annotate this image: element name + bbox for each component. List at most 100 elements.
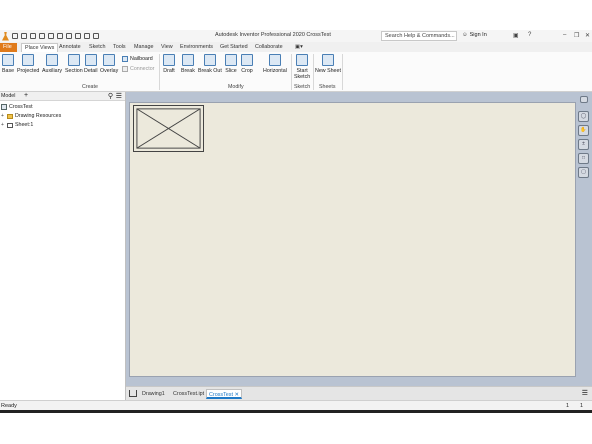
tab-file[interactable]: File bbox=[0, 43, 17, 52]
user-icon: ☺ bbox=[462, 32, 468, 38]
status-count-2: 1 bbox=[580, 403, 584, 409]
look-at-icon[interactable]: ▢ bbox=[578, 167, 589, 178]
start-sketch-button[interactable]: Start Sketch bbox=[294, 54, 310, 80]
tab-manage[interactable]: Manage bbox=[131, 43, 156, 52]
cart-icon[interactable]: ▣ bbox=[513, 32, 519, 39]
drawing-view-frame[interactable] bbox=[133, 105, 204, 152]
close-tab-icon[interactable]: ✕ bbox=[234, 392, 239, 398]
browser-header: Model + ⚲ ☰ bbox=[0, 92, 125, 101]
minimize-icon[interactable]: – bbox=[563, 32, 566, 38]
detail-view-button[interactable]: Detail bbox=[84, 54, 98, 74]
section-view-button[interactable]: Section bbox=[65, 54, 83, 74]
home-icon[interactable] bbox=[129, 390, 137, 397]
break-out-button[interactable]: Break Out bbox=[198, 54, 222, 74]
section-view-icon bbox=[67, 54, 80, 66]
tab-menu-icon[interactable]: ☰ bbox=[582, 389, 588, 397]
sign-in-label: Sign In bbox=[469, 32, 487, 38]
graphics-window[interactable]: ◯ ✋ ± □ ▢ bbox=[126, 92, 592, 386]
inventor-window: Autodesk Inventor Professional 2020 Cros… bbox=[0, 0, 592, 444]
browser-title[interactable]: Model bbox=[1, 93, 15, 99]
close-icon[interactable]: ✕ bbox=[585, 32, 590, 39]
sign-in-button[interactable]: ☺ Sign In bbox=[462, 32, 487, 38]
create-panel-label: Create bbox=[82, 84, 98, 90]
tab-place-views[interactable]: Place Views bbox=[21, 43, 59, 52]
crop-button[interactable]: Crop bbox=[241, 54, 253, 74]
add-browser-icon[interactable]: + bbox=[24, 92, 28, 99]
search-help-input[interactable]: Search Help & Commands... bbox=[381, 31, 457, 41]
projected-view-icon bbox=[22, 54, 35, 66]
break-icon bbox=[181, 54, 194, 66]
connector-button[interactable]: Connector bbox=[122, 66, 154, 72]
navigation-bar: ◯ ✋ ± □ ▢ bbox=[577, 96, 591, 196]
overlay-view-icon bbox=[103, 54, 116, 66]
tab-collaborate[interactable]: Collaborate bbox=[252, 43, 286, 52]
open-file-icon[interactable] bbox=[21, 33, 27, 39]
draft-view-icon bbox=[163, 54, 175, 66]
steering-wheel-icon[interactable]: ◯ bbox=[578, 111, 589, 122]
appearance-icon[interactable] bbox=[93, 33, 99, 39]
tab-crosstest-ipt[interactable]: CrossTest.ipt bbox=[171, 389, 206, 399]
zoom-all-icon[interactable]: □ bbox=[578, 153, 589, 164]
status-count-1: 1 bbox=[566, 403, 570, 409]
window-close-icon[interactable] bbox=[580, 96, 588, 103]
help-button[interactable]: ? bbox=[528, 32, 531, 38]
tab-environments[interactable]: Environments bbox=[177, 43, 216, 52]
print-icon[interactable] bbox=[66, 33, 72, 39]
new-file-icon[interactable] bbox=[12, 33, 18, 39]
panel-separator bbox=[313, 54, 314, 90]
sheets-panel-label: Sheets bbox=[319, 84, 336, 90]
tab-annotate[interactable]: Annotate bbox=[56, 43, 84, 52]
auxiliary-view-button[interactable]: Auxiliary bbox=[42, 54, 62, 74]
update-icon[interactable] bbox=[75, 33, 81, 39]
tree-item-sheet[interactable]: + Sheet:1 bbox=[1, 122, 33, 128]
tab-drawing1[interactable]: Drawing1 bbox=[140, 389, 167, 399]
detail-view-icon bbox=[84, 54, 97, 66]
ribbon-tabs: File Place Views Annotate Sketch Tools M… bbox=[0, 42, 592, 52]
tab-get-started[interactable]: Get Started bbox=[217, 43, 251, 52]
menu-icon[interactable]: ☰ bbox=[116, 92, 122, 100]
save-icon[interactable] bbox=[30, 33, 36, 39]
home-icon[interactable] bbox=[57, 33, 63, 39]
search-icon[interactable]: ⚲ bbox=[108, 92, 113, 100]
drawing-sheet[interactable] bbox=[129, 102, 576, 377]
panel-separator bbox=[159, 54, 160, 90]
tab-view[interactable]: View bbox=[158, 43, 176, 52]
expand-icon[interactable]: + bbox=[1, 122, 5, 128]
expand-icon[interactable]: + bbox=[1, 113, 5, 119]
tab-sketch[interactable]: Sketch bbox=[86, 43, 108, 52]
drawing-document-icon bbox=[1, 104, 7, 110]
zoom-icon[interactable]: ± bbox=[578, 139, 589, 150]
slice-button[interactable]: Slice bbox=[225, 54, 237, 74]
select-icon[interactable] bbox=[84, 33, 90, 39]
status-bar: Ready 1 1 bbox=[0, 400, 592, 410]
folder-icon bbox=[7, 113, 13, 119]
bottom-margin bbox=[0, 413, 592, 444]
ribbon-options-icon[interactable]: ▣▾ bbox=[292, 43, 306, 52]
tree-root[interactable]: CrossTest bbox=[1, 104, 33, 110]
pan-icon[interactable]: ✋ bbox=[578, 125, 589, 136]
tree-item-drawing-resources[interactable]: + Drawing Resources bbox=[1, 113, 61, 119]
projected-view-button[interactable]: Projected bbox=[17, 54, 39, 74]
draft-view-button[interactable]: Draft bbox=[163, 54, 175, 74]
break-button[interactable]: Break bbox=[181, 54, 195, 74]
tab-tools[interactable]: Tools bbox=[110, 43, 129, 52]
horizontal-button[interactable]: Horizontal bbox=[263, 54, 287, 74]
redo-icon[interactable] bbox=[48, 33, 54, 39]
ribbon: Base Projected Auxiliary Section Detail … bbox=[0, 52, 592, 92]
undo-icon[interactable] bbox=[39, 33, 45, 39]
document-tabs: Drawing1 CrossTest.ipt CrossTest ✕ ☰ bbox=[126, 386, 592, 400]
top-margin bbox=[0, 0, 592, 30]
overlay-view-button[interactable]: Overlay bbox=[100, 54, 118, 74]
status-text: Ready bbox=[1, 403, 17, 409]
crop-icon bbox=[241, 54, 253, 66]
nailboard-button[interactable]: Nailboard bbox=[122, 56, 153, 62]
slice-icon bbox=[225, 54, 237, 66]
new-sheet-button[interactable]: New Sheet bbox=[315, 54, 341, 74]
sheet-icon bbox=[7, 122, 13, 128]
tab-crosstest-active[interactable]: CrossTest ✕ bbox=[206, 389, 242, 399]
base-view-button[interactable]: Base bbox=[2, 54, 14, 74]
inventor-logo-icon[interactable] bbox=[2, 31, 9, 41]
modify-panel-label: Modify bbox=[228, 84, 244, 90]
restore-icon[interactable]: ❐ bbox=[574, 32, 579, 39]
break-out-icon bbox=[203, 54, 216, 66]
